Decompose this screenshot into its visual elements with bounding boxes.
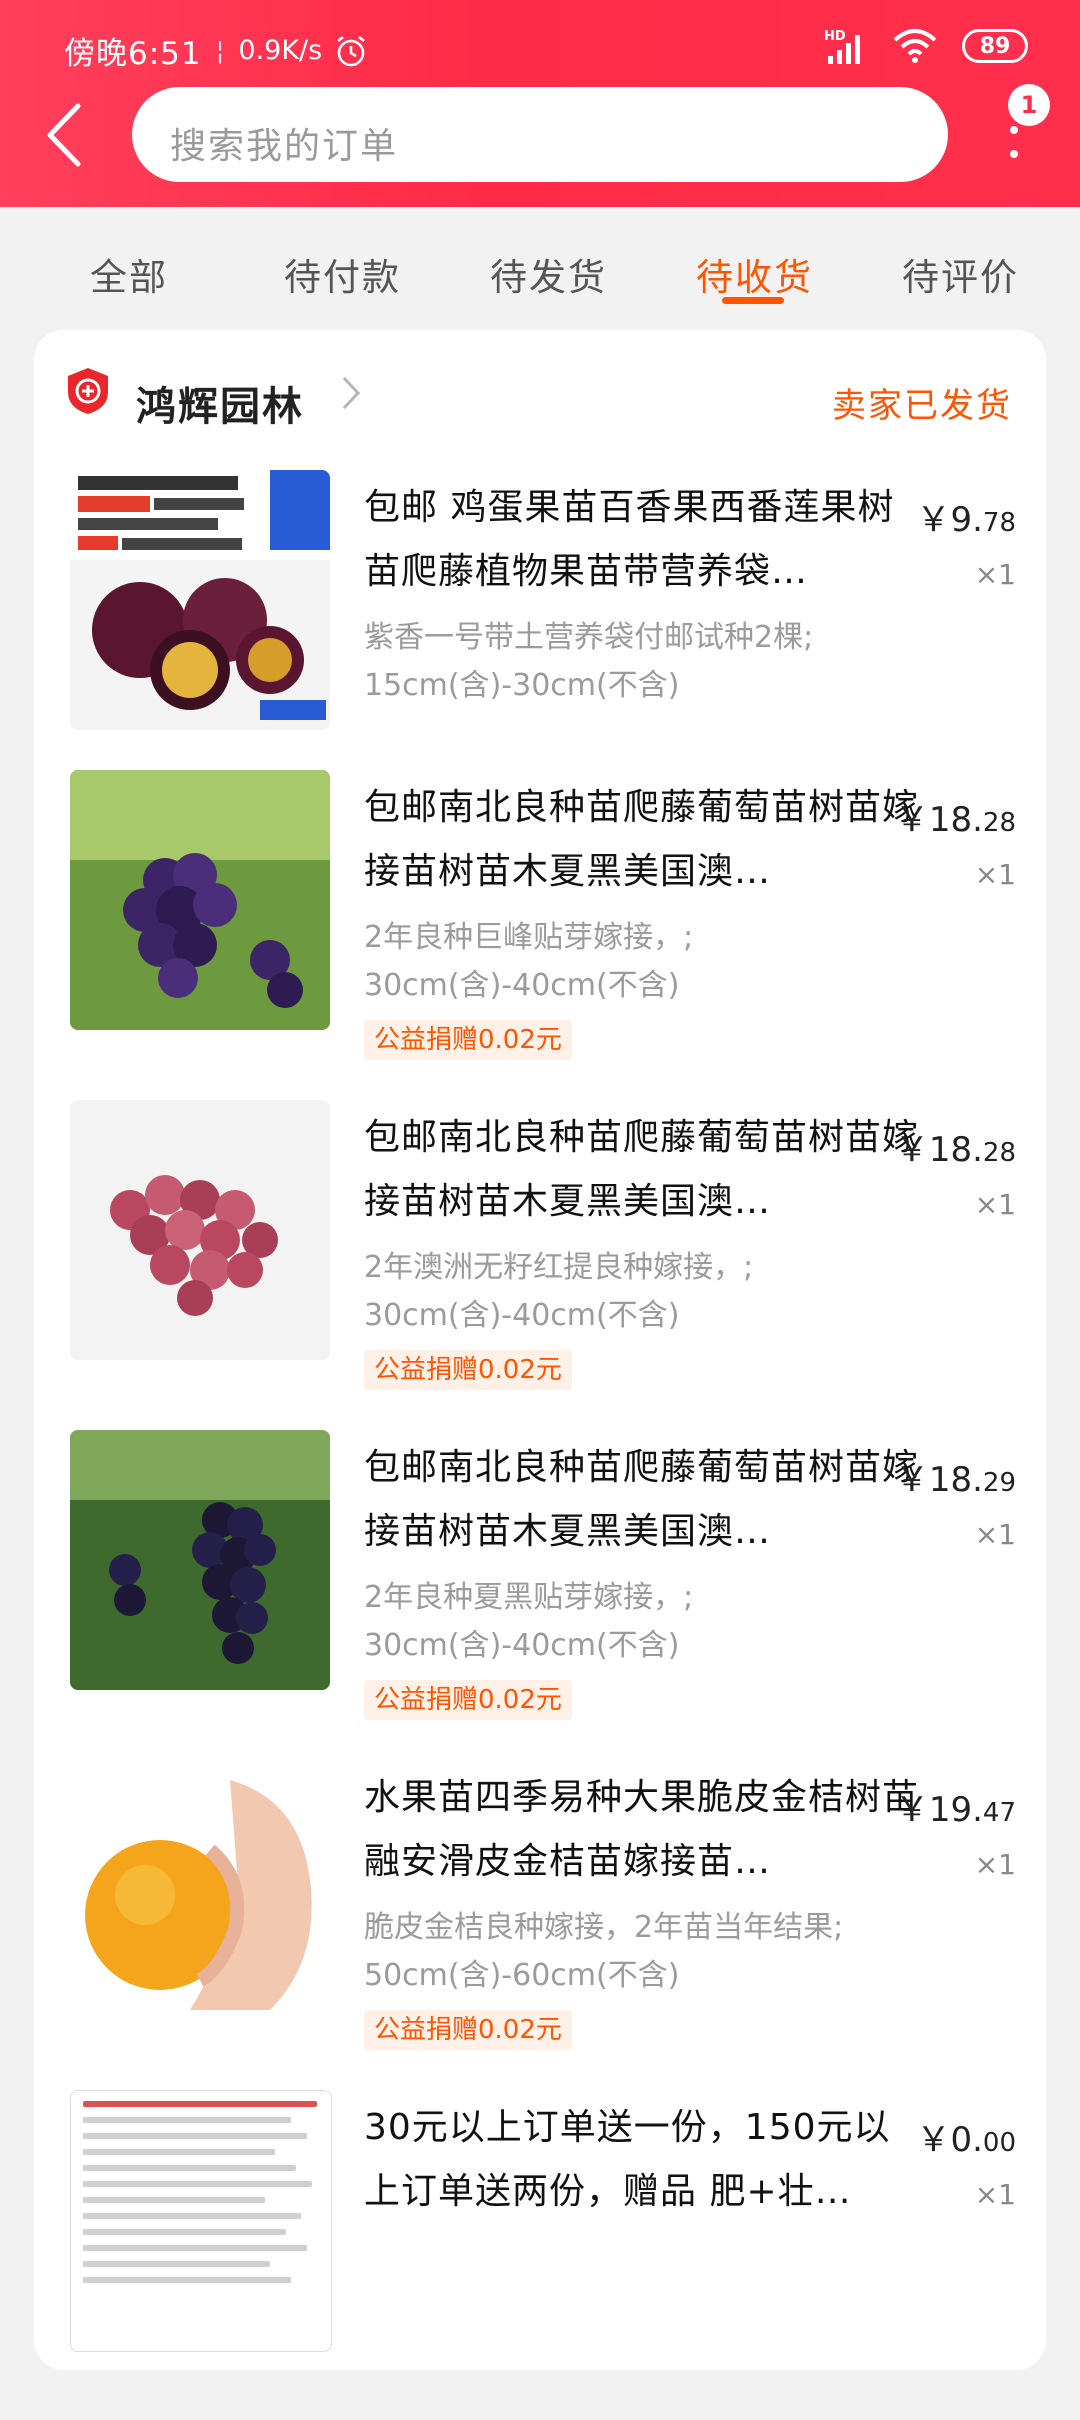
signal-hd-icon: HD (824, 29, 860, 64)
message-badge: 1 (1008, 84, 1050, 126)
price-main: ￥18. (894, 1130, 983, 1170)
order-item[interactable]: 包邮南北良种苗爬藤葡萄苗树苗嫁接苗树苗木夏黑美国澳… 2年澳洲无籽红提良种嫁接，… (34, 1100, 1046, 1430)
price-decimal: 29 (982, 1468, 1016, 1498)
sku-line: 30cm(含)-40cm(不含) (364, 1298, 680, 1333)
product-price: ￥18.28 (895, 792, 1016, 841)
network-speed: 0.9K/s (238, 35, 323, 66)
chevron-right-icon (342, 376, 361, 410)
order-status: 卖家已发货 (832, 386, 1012, 426)
gift-list-graphic (71, 2101, 331, 2283)
sku-line: 30cm(含)-40cm(不含) (364, 968, 680, 1003)
sku-line: 15cm(含)-30cm(不含) (364, 668, 680, 703)
alarm-icon (337, 35, 366, 66)
order-item[interactable]: 30元以上订单送一份，150元以上订单送两份，赠品 肥+壮… ￥0.00 ×1 (34, 2090, 1046, 2420)
active-tab-indicator (722, 297, 784, 304)
product-sku: 脆皮金桔良种嫁接，2年苗当年结果; 50cm(含)-60cm(不含) (364, 1904, 924, 2000)
sku-line: 2年良种夏黑贴芽嫁接，; (364, 1580, 694, 1615)
shop-name[interactable]: 鸿辉园林 (136, 374, 304, 432)
product-quantity: ×1 (974, 2178, 1016, 2211)
product-sku: 2年良种夏黑贴芽嫁接，; 30cm(含)-40cm(不含) (364, 1574, 924, 1670)
tab-pending-receipt[interactable]: 待收货 (696, 247, 813, 301)
charity-donation-tag: 公益捐赠0.02元 (364, 1350, 572, 1390)
price-main: ￥18. (894, 800, 983, 840)
status-separator: ¦ (215, 35, 225, 66)
hd-label: HD (824, 29, 846, 44)
product-title[interactable]: 30元以上订单送一份，150元以上订单送两份，赠品 肥+壮… (364, 2096, 924, 2224)
product-price: ￥9.78 (916, 492, 1016, 541)
product-quantity: ×1 (974, 1848, 1016, 1881)
price-main: ￥0. (916, 2120, 983, 2160)
charity-donation-tag: 公益捐赠0.02元 (364, 2010, 572, 2050)
product-title[interactable]: 包邮南北良种苗爬藤葡萄苗树苗嫁接苗树苗木夏黑美国澳… (364, 1106, 924, 1234)
product-title[interactable]: 包邮南北良种苗爬藤葡萄苗树苗嫁接苗树苗木夏黑美国澳… (364, 776, 924, 904)
product-image-grape-black[interactable] (70, 1430, 330, 1690)
sku-line: 30cm(含)-40cm(不含) (364, 1628, 680, 1663)
product-price: ￥18.28 (895, 1122, 1016, 1171)
tab-pending-payment[interactable]: 待付款 (284, 247, 401, 301)
price-decimal: 28 (982, 1138, 1016, 1168)
sku-line: 紫香一号带土营养袋付邮试种2棵; (364, 620, 814, 655)
product-image-passionfruit[interactable] (70, 470, 330, 730)
product-image-grape-purple[interactable] (70, 770, 330, 1030)
price-main: ￥9. (916, 500, 983, 540)
product-sku: 2年澳洲无籽红提良种嫁接，; 30cm(含)-40cm(不含) (364, 1244, 924, 1340)
search-input[interactable]: 搜索我的订单 (132, 87, 948, 182)
product-sku: 2年良种巨峰贴芽嫁接，; 30cm(含)-40cm(不含) (364, 914, 924, 1010)
order-item[interactable]: 包邮 鸡蛋果苗百香果西番莲果树苗爬藤植物果苗带营养袋… 紫香一号带土营养袋付邮试… (34, 470, 1046, 800)
product-title[interactable]: 包邮 鸡蛋果苗百香果西番莲果树苗爬藤植物果苗带营养袋… (364, 476, 924, 604)
sku-line: 脆皮金桔良种嫁接，2年苗当年结果; (364, 1910, 844, 1945)
status-right: HD 89 (822, 26, 1028, 66)
status-left: 傍晚6:51 ¦ 0.9K/s (64, 28, 368, 73)
price-main: ￥18. (894, 1460, 983, 1500)
order-item[interactable]: 包邮南北良种苗爬藤葡萄苗树苗嫁接苗树苗木夏黑美国澳… 2年良种巨峰贴芽嫁接，; … (34, 770, 1046, 1100)
tab-all[interactable]: 全部 (90, 247, 168, 301)
price-decimal: 78 (982, 508, 1016, 538)
sku-line: 2年良种巨峰贴芽嫁接，; (364, 920, 694, 955)
tab-pending-shipment[interactable]: 待发货 (490, 247, 607, 301)
status-bar: 傍晚6:51 ¦ 0.9K/s HD 89 (0, 0, 1080, 90)
order-item[interactable]: 包邮南北良种苗爬藤葡萄苗树苗嫁接苗树苗木夏黑美国澳… 2年良种夏黑贴芽嫁接，; … (34, 1430, 1046, 1760)
charity-donation-tag: 公益捐赠0.02元 (364, 1020, 572, 1060)
price-main: ￥19. (894, 1790, 983, 1830)
shop-badge-icon (68, 368, 108, 414)
charity-donation-tag: 公益捐赠0.02元 (364, 1680, 572, 1720)
product-price: ￥0.00 (916, 2112, 1016, 2161)
sku-line: 50cm(含)-60cm(不含) (364, 1958, 680, 1993)
status-time: 傍晚6:51 (64, 36, 202, 72)
product-quantity: ×1 (974, 1188, 1016, 1221)
back-arrow-icon[interactable] (44, 102, 84, 168)
product-image-kumquat[interactable] (70, 1760, 330, 2020)
product-sku: 紫香一号带土营养袋付邮试种2棵; 15cm(含)-30cm(不含) (364, 614, 924, 710)
product-image-gift-list[interactable] (70, 2090, 332, 2352)
app-header: 傍晚6:51 ¦ 0.9K/s HD 89 搜索我的订单 1 (0, 0, 1080, 207)
wifi-icon (893, 29, 937, 63)
order-item[interactable]: 水果苗四季易种大果脆皮金桔树苗融安滑皮金桔苗嫁接苗… 脆皮金桔良种嫁接，2年苗当… (34, 1760, 1046, 2090)
badge-count: 1 (1020, 91, 1038, 119)
product-title[interactable]: 水果苗四季易种大果脆皮金桔树苗融安滑皮金桔苗嫁接苗… (364, 1766, 924, 1894)
price-decimal: 28 (982, 808, 1016, 838)
order-card[interactable]: 鸿辉园林 卖家已发货 包邮 鸡蛋果苗百香果西番莲果树苗爬藤植物果苗带营养袋… 紫… (34, 330, 1046, 2370)
product-price: ￥18.29 (895, 1452, 1016, 1501)
tab-pending-review[interactable]: 待评价 (902, 247, 1019, 301)
product-title[interactable]: 包邮南北良种苗爬藤葡萄苗树苗嫁接苗树苗木夏黑美国澳… (364, 1436, 924, 1564)
product-quantity: ×1 (974, 858, 1016, 891)
product-quantity: ×1 (974, 1518, 1016, 1551)
price-decimal: 47 (982, 1798, 1016, 1828)
shop-header[interactable]: 鸿辉园林 卖家已发货 (34, 330, 1046, 440)
battery-icon: 89 (962, 29, 1028, 63)
sku-line: 2年澳洲无籽红提良种嫁接，; (364, 1250, 754, 1285)
price-decimal: 00 (982, 2128, 1016, 2158)
product-quantity: ×1 (974, 558, 1016, 591)
product-image-grape-red[interactable] (70, 1100, 330, 1360)
search-placeholder: 搜索我的订单 (170, 126, 399, 167)
battery-level: 89 (979, 33, 1011, 59)
order-tabs: 全部 待付款 待发货 待收货 待评价 (0, 207, 1080, 327)
product-price: ￥19.47 (895, 1782, 1016, 1831)
